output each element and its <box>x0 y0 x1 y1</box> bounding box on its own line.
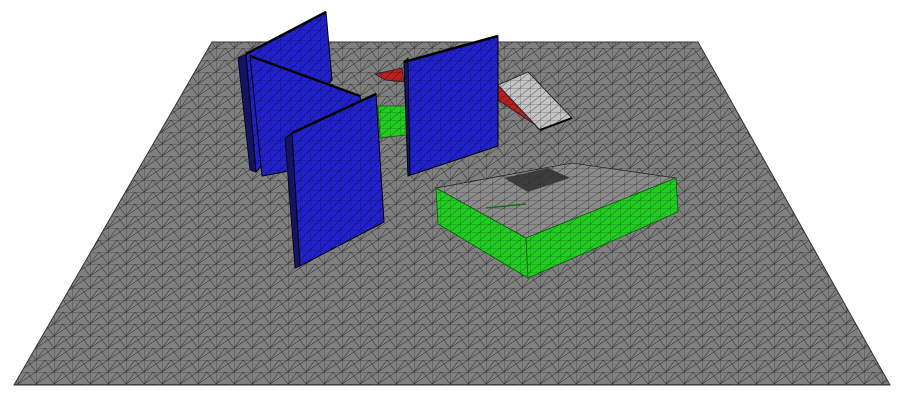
step-green-small <box>377 105 407 139</box>
mesh-scene <box>13 10 891 386</box>
3d-viewport[interactable] <box>0 0 900 400</box>
